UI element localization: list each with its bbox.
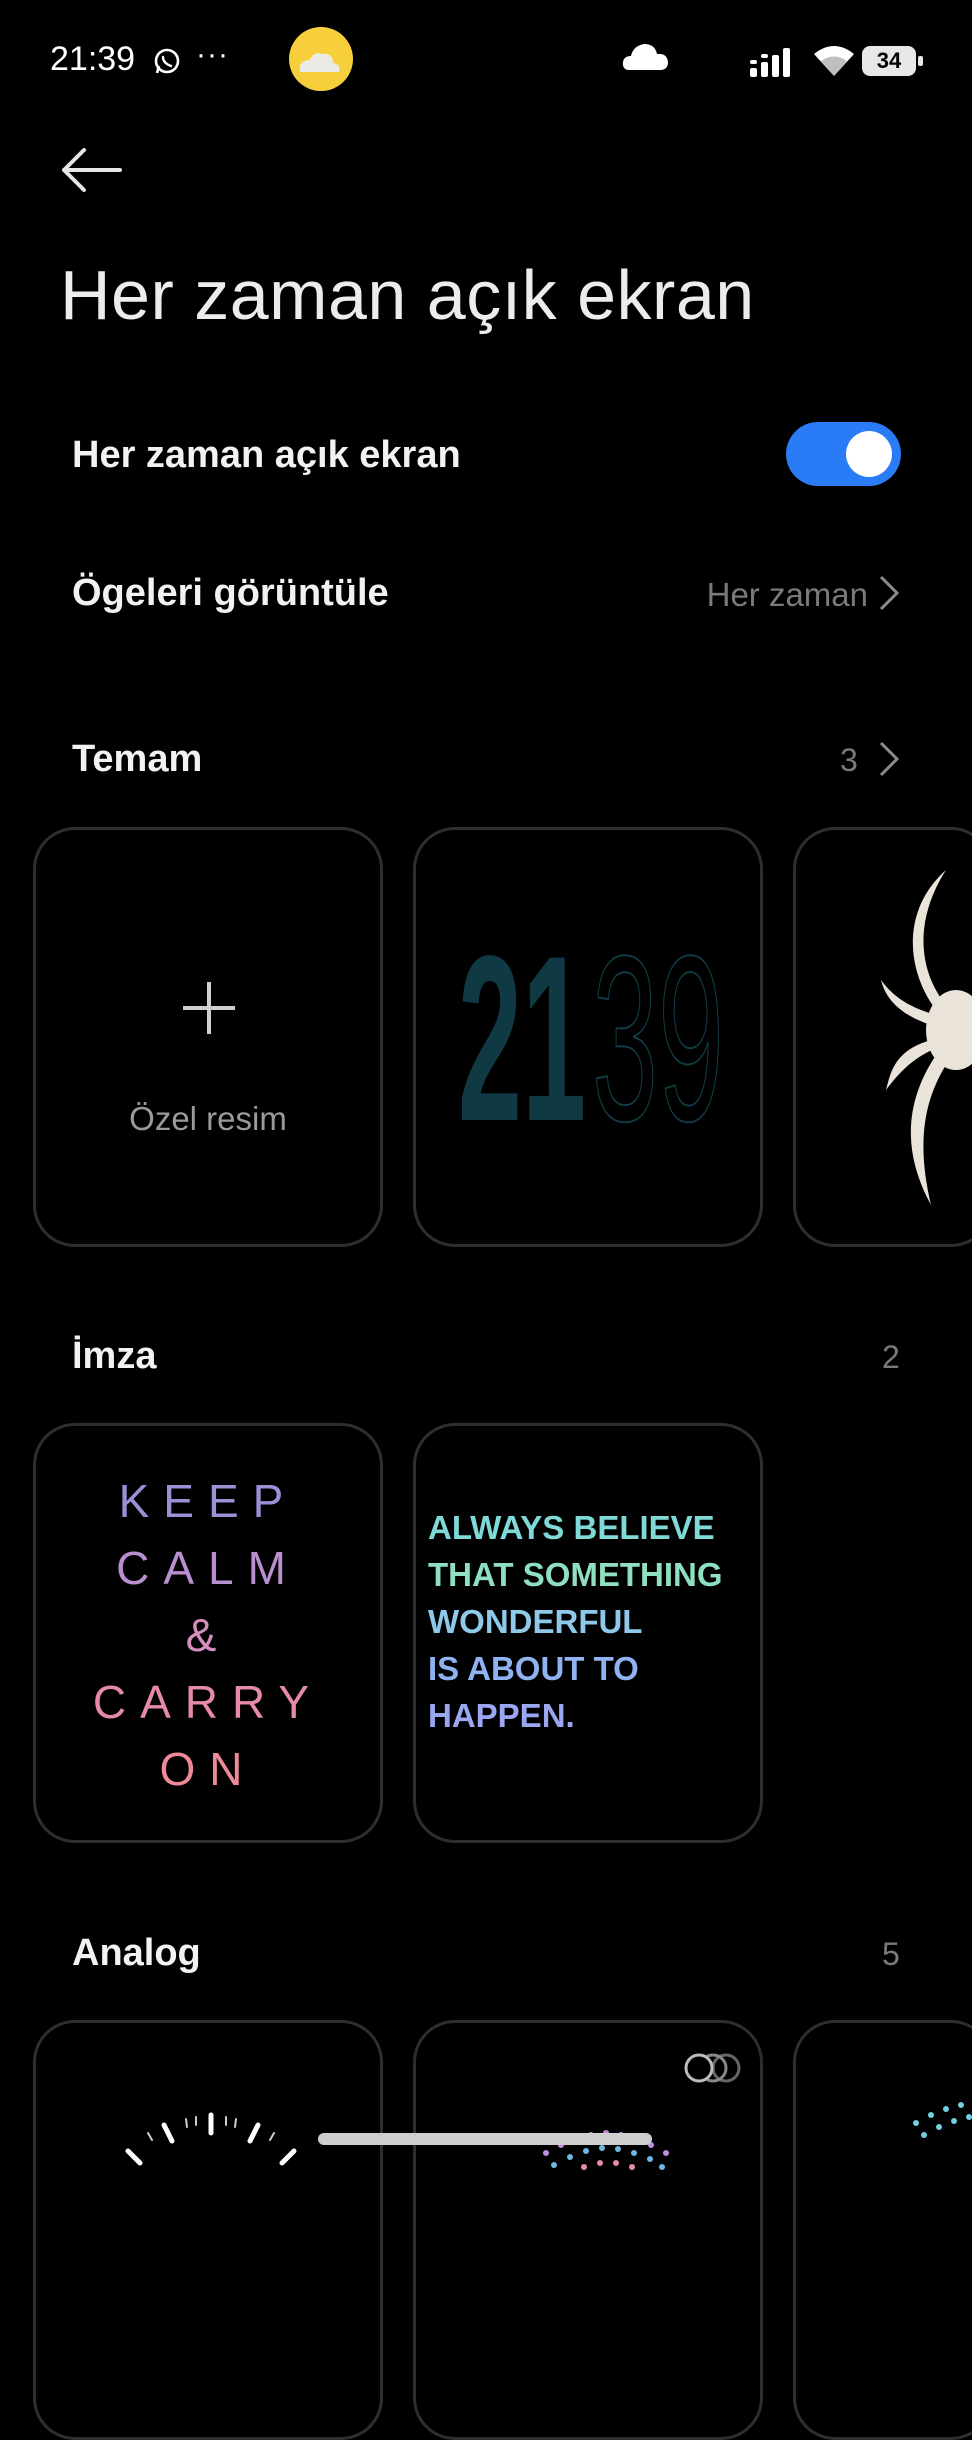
keep-calm-line: ON xyxy=(159,1743,257,1795)
battery-icon: 34 xyxy=(862,46,924,76)
plus-icon xyxy=(183,982,235,1034)
whatsapp-icon xyxy=(154,48,180,74)
status-time: 21:39 xyxy=(50,40,136,78)
theme-card-spider[interactable] xyxy=(793,827,972,1247)
display-items-row[interactable]: Ögeleri görüntüle Her zaman xyxy=(0,540,972,640)
home-indicator[interactable] xyxy=(318,2133,652,2145)
always-line: WONDERFUL xyxy=(428,1603,643,1640)
signature-card-always-believe[interactable]: ALWAYS BELIEVE THAT SOMETHING WONDERFUL … xyxy=(413,1423,763,1843)
theme-card-digital[interactable]: 21 39 xyxy=(413,827,763,1247)
aod-label: Her zaman açık ekran xyxy=(72,434,461,476)
signature-card-keep-calm[interactable]: KEEP CALM & CARRY ON xyxy=(33,1423,383,1843)
cloud-icon xyxy=(622,44,668,70)
analog-card-1[interactable] xyxy=(33,2020,383,2440)
more-notifications-indicator: ··· xyxy=(196,38,229,71)
always-line: ALWAYS BELIEVE xyxy=(428,1509,715,1546)
page-title: Her zaman açık ekran xyxy=(60,256,755,334)
dot-pattern xyxy=(913,2102,972,2138)
section-title-analog: Analog xyxy=(72,1932,201,1974)
clock-digits-bold: 21 xyxy=(458,948,586,1128)
section-title-imza: İmza xyxy=(72,1335,157,1377)
wifi-icon xyxy=(814,46,854,76)
aod-toggle[interactable] xyxy=(786,422,901,486)
keep-calm-text: KEEP CALM & CARRY ON xyxy=(36,1468,380,1803)
keep-calm-line: CALM xyxy=(116,1542,300,1594)
clock-digits: 21 39 xyxy=(458,948,725,1128)
imza-count: 2 xyxy=(882,1339,900,1375)
back-arrow-icon[interactable] xyxy=(60,148,124,192)
display-items-value: Her zaman xyxy=(706,576,868,613)
analog-count: 5 xyxy=(882,1936,900,1972)
always-line: THAT SOMETHING xyxy=(428,1556,723,1593)
always-line: HAPPEN. xyxy=(428,1697,575,1734)
always-line: IS ABOUT TO xyxy=(428,1650,639,1687)
overlap-circles-icon xyxy=(684,2053,741,2083)
signal-icon xyxy=(750,48,790,77)
analog-dial xyxy=(125,2112,297,2166)
chevron-right-icon[interactable] xyxy=(878,740,900,778)
section-title-temam: Temam xyxy=(72,738,203,780)
clock-digits-outline: 39 xyxy=(592,948,724,1128)
temam-count: 3 xyxy=(840,742,858,778)
custom-image-card[interactable]: Özel resim xyxy=(33,827,383,1247)
always-believe-text: ALWAYS BELIEVE THAT SOMETHING WONDERFUL … xyxy=(428,1504,723,1739)
weather-icon xyxy=(289,27,353,91)
spider-icon xyxy=(881,870,972,1205)
keep-calm-line: KEEP xyxy=(118,1475,298,1527)
battery-level: 34 xyxy=(876,48,902,73)
analog-card-2[interactable] xyxy=(413,2020,763,2440)
custom-image-label: Özel resim xyxy=(129,1100,287,1137)
keep-calm-line: & xyxy=(185,1609,231,1661)
toggle-knob xyxy=(846,431,892,477)
keep-calm-line: CARRY xyxy=(92,1676,324,1728)
display-items-label: Ögeleri görüntüle xyxy=(72,572,389,614)
analog-card-3[interactable] xyxy=(793,2020,972,2440)
chevron-right-icon xyxy=(879,575,900,611)
